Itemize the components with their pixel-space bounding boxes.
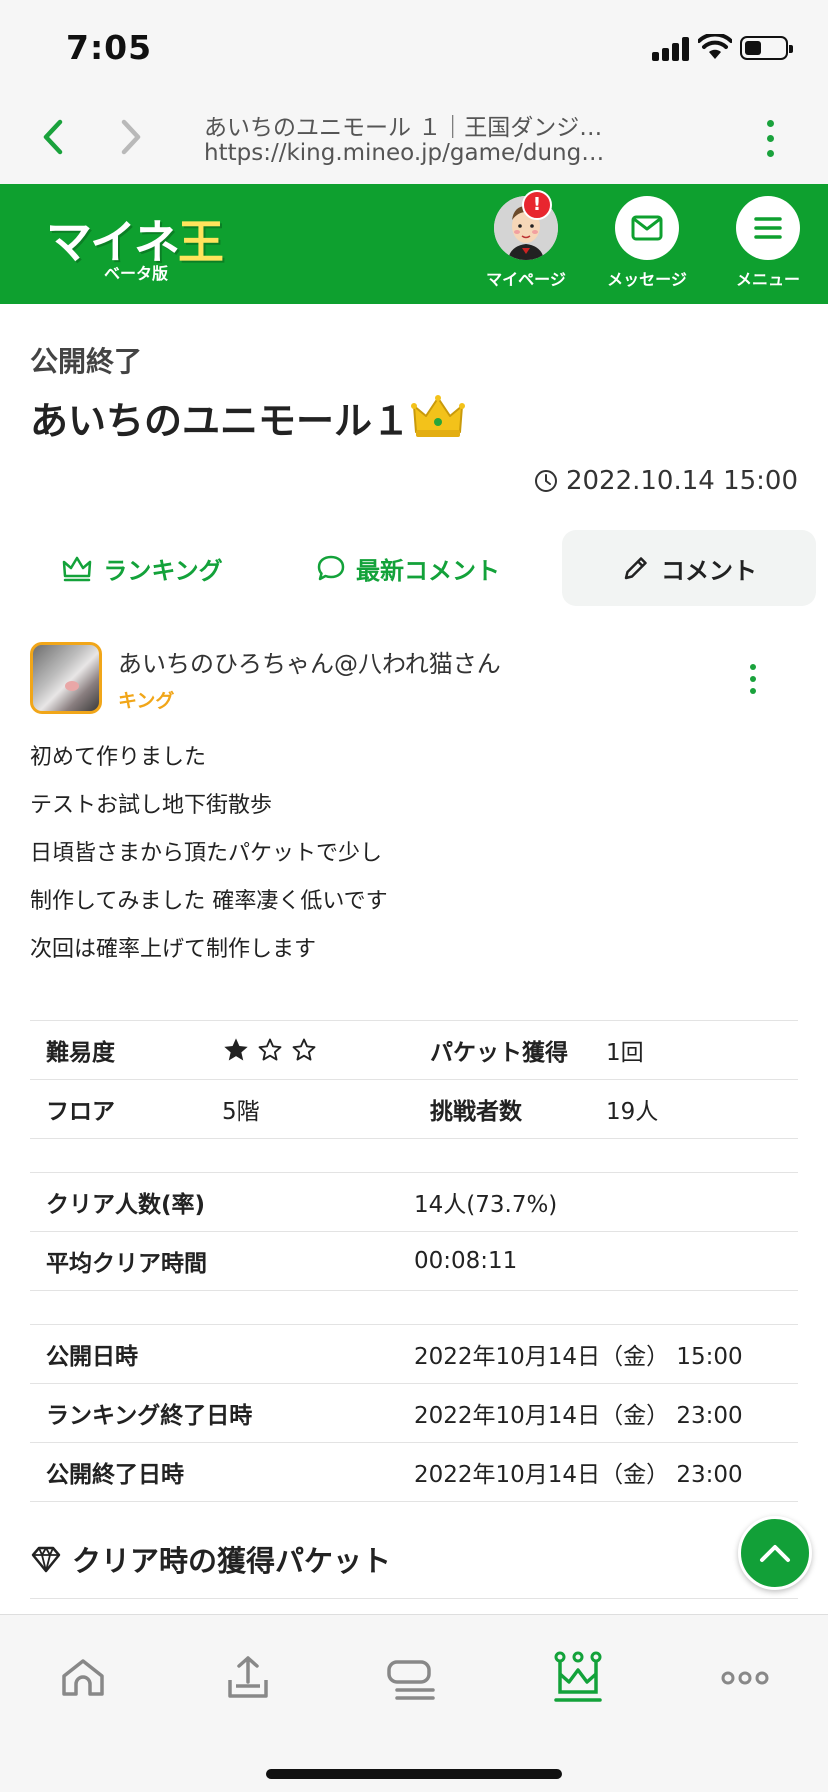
post-body-line: テストお試し地下街散歩 bbox=[30, 793, 273, 818]
table-row: 公開日時 2022年10月14日（金） 15:00 bbox=[30, 1325, 798, 1384]
table-row: クリア人数(率) 14人(73.7%) bbox=[30, 1173, 798, 1232]
upload-tray-icon bbox=[228, 1656, 268, 1698]
menu-label: メニュー bbox=[735, 270, 800, 289]
star-outline-icon bbox=[292, 1038, 316, 1061]
publish-end-label: 公開終了日時 bbox=[46, 1462, 184, 1488]
status-time: 7:05 bbox=[66, 28, 153, 67]
post-body-line: 制作してみました 確率凄く低いです bbox=[30, 889, 388, 914]
divider bbox=[30, 1598, 798, 1599]
mineo-king-logo[interactable]: マイネ王 ベータ版 bbox=[46, 206, 224, 284]
more-vertical-icon[interactable] bbox=[758, 120, 782, 160]
floor-label: フロア bbox=[46, 1099, 115, 1125]
table-row: 難易度 パケット獲得 1回 bbox=[30, 1021, 798, 1080]
crown-outline-icon bbox=[63, 556, 92, 582]
post-more-icon[interactable] bbox=[748, 664, 758, 700]
publish-value: 2022年10月14日（金） 15:00 bbox=[414, 1344, 743, 1370]
wifi-icon bbox=[698, 34, 732, 59]
logo-beta-label: ベータ版 bbox=[104, 264, 169, 283]
dungeon-datetime: 2022.10.14 15:00 bbox=[534, 466, 798, 496]
author-name[interactable]: あいちのひろちゃん@八われ猫さん bbox=[118, 644, 501, 679]
message-button[interactable]: メッセージ bbox=[599, 196, 695, 290]
stats-table: 難易度 パケット獲得 1回 フロア 5階 挑戦者数 19人 bbox=[30, 1020, 798, 1139]
post-body-line: 初めて作りました bbox=[30, 745, 207, 770]
post-body-line: 次回は確率上げて制作します bbox=[30, 937, 317, 962]
packet-label: パケット獲得 bbox=[430, 1040, 568, 1066]
star-outline-icon bbox=[258, 1038, 282, 1061]
dates-table: 公開日時 2022年10月14日（金） 15:00 ランキング終了日時 2022… bbox=[30, 1324, 798, 1502]
packet-section-title: クリア時の獲得パケット bbox=[30, 1538, 391, 1580]
avg-time-label: 平均クリア時間 bbox=[46, 1251, 207, 1277]
chat-stack-icon bbox=[387, 1660, 435, 1700]
ranking-end-label: ランキング終了日時 bbox=[46, 1403, 253, 1429]
challengers-label: 挑戦者数 bbox=[430, 1099, 522, 1125]
king-button[interactable] bbox=[545, 1645, 611, 1711]
app-header: マイネ王 ベータ版 ! マイページ メッセージ メニュー bbox=[0, 184, 828, 304]
publish-end-value: 2022年10月14日（金） 23:00 bbox=[414, 1462, 743, 1488]
floor-value: 5階 bbox=[222, 1099, 260, 1125]
logo-text-b: 王 bbox=[178, 215, 224, 269]
challengers-value: 19人 bbox=[606, 1099, 659, 1125]
share-button[interactable] bbox=[215, 1645, 281, 1711]
post-body: 初めて作りました テストお試し地下街散歩 日頃皆さまから頂たパケットで少し 制作… bbox=[30, 742, 388, 982]
difficulty-label: 難易度 bbox=[46, 1040, 115, 1066]
envelope-icon bbox=[631, 215, 663, 241]
browser-toolbar: あいちのユニモール １｜王国ダンジ… https://king.mineo.jp… bbox=[0, 98, 828, 184]
tabs-button[interactable] bbox=[380, 1645, 446, 1711]
packet-value: 1回 bbox=[606, 1040, 644, 1066]
table-row: ランキング終了日時 2022年10月14日（金） 23:00 bbox=[30, 1384, 798, 1443]
table-row: 平均クリア時間 00:08:11 bbox=[30, 1232, 798, 1291]
tab-latest-comments[interactable]: 最新コメント bbox=[290, 530, 526, 606]
dungeon-datetime-value: 2022.10.14 15:00 bbox=[565, 466, 798, 496]
browser-url[interactable]: https://king.mineo.jp/game/dung… bbox=[204, 140, 644, 166]
post-body-line: 日頃皆さまから頂たパケットで少し bbox=[30, 841, 383, 866]
battery-icon bbox=[740, 36, 793, 60]
speech-bubble-icon bbox=[317, 555, 345, 581]
clear-table: クリア人数(率) 14人(73.7%) 平均クリア時間 00:08:11 bbox=[30, 1172, 798, 1291]
mypage-label: マイページ bbox=[486, 270, 566, 289]
clear-count-value: 14人(73.7%) bbox=[414, 1192, 558, 1218]
avg-time-value: 00:08:11 bbox=[414, 1248, 518, 1274]
crown-icon bbox=[411, 395, 465, 437]
author-rank: キング bbox=[118, 690, 175, 712]
star-filled-icon bbox=[224, 1038, 248, 1061]
mypage-button[interactable]: ! マイページ bbox=[478, 190, 574, 290]
home-indicator[interactable] bbox=[266, 1769, 562, 1779]
packet-section-title-text: クリア時の獲得パケット bbox=[72, 1544, 392, 1578]
table-row: フロア 5階 挑戦者数 19人 bbox=[30, 1080, 798, 1139]
crown-tab-icon bbox=[554, 1651, 602, 1702]
scroll-to-top-button[interactable] bbox=[738, 1516, 812, 1590]
ranking-end-value: 2022年10月14日（金） 23:00 bbox=[414, 1403, 743, 1429]
tab-ranking-label: ランキング bbox=[103, 556, 223, 585]
dungeon-status: 公開終了 bbox=[30, 345, 143, 378]
clock-icon bbox=[534, 470, 557, 492]
back-arrow-icon[interactable] bbox=[36, 116, 68, 158]
clear-count-label: クリア人数(率) bbox=[46, 1192, 206, 1218]
status-bar: 7:05 bbox=[0, 0, 828, 98]
message-label: メッセージ bbox=[607, 270, 687, 289]
hamburger-menu-icon bbox=[754, 217, 782, 239]
notification-badge: ! bbox=[522, 190, 552, 220]
diamond-icon bbox=[31, 1546, 61, 1573]
table-row: 公開終了日時 2022年10月14日（金） 23:00 bbox=[30, 1443, 798, 1502]
more-button[interactable] bbox=[712, 1645, 778, 1711]
bottom-navigation bbox=[0, 1614, 828, 1792]
tab-ranking[interactable]: ランキング bbox=[22, 530, 262, 606]
chevron-up-icon bbox=[760, 1545, 790, 1562]
forward-arrow-icon[interactable] bbox=[114, 116, 146, 158]
tab-comment[interactable]: コメント bbox=[562, 530, 816, 606]
tab-latest-comments-label: 最新コメント bbox=[356, 556, 500, 585]
menu-button[interactable]: メニュー bbox=[720, 196, 816, 290]
more-horizontal-icon bbox=[721, 1671, 769, 1685]
home-button[interactable] bbox=[50, 1645, 116, 1711]
pencil-icon bbox=[624, 557, 647, 580]
tab-comment-label: コメント bbox=[661, 556, 757, 585]
action-tabs: ランキング 最新コメント コメント bbox=[0, 530, 828, 608]
home-icon bbox=[62, 1659, 104, 1696]
cellular-signal-icon bbox=[652, 37, 692, 61]
author-avatar[interactable] bbox=[30, 642, 102, 714]
browser-page-title[interactable]: あいちのユニモール １｜王国ダンジ… bbox=[204, 108, 644, 142]
publish-label: 公開日時 bbox=[46, 1344, 138, 1370]
difficulty-stars bbox=[222, 1036, 414, 1064]
page-title: あいちのユニモール１ bbox=[30, 399, 411, 443]
